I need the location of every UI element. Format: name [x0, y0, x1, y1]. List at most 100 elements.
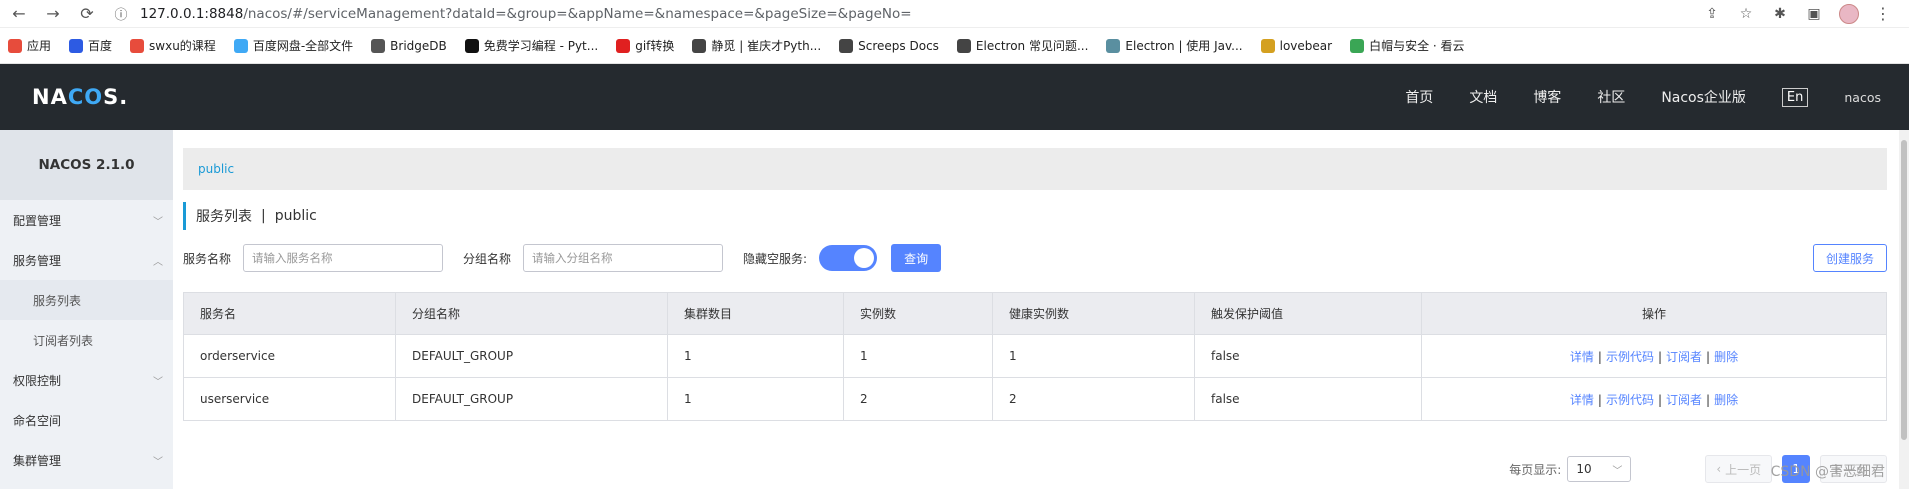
table-cell: 2 — [843, 377, 993, 421]
table-cell: DEFAULT_GROUP — [395, 377, 668, 421]
bookmark-icon — [233, 38, 248, 53]
chevron-down-icon: ﹀ — [153, 376, 163, 388]
sidebar: NACOS 2.1.0 配置管理 ﹀ 服务管理 ︿ 服务列表 订阅者列表 权限控… — [0, 130, 173, 489]
toggle-knob — [854, 248, 875, 268]
sidebar-title: NACOS 2.1.0 — [0, 130, 173, 200]
menu-icon[interactable]: ⋮ — [1875, 4, 1891, 23]
sidebar-item-cluster[interactable]: 集群管理 ﹀ — [0, 440, 173, 480]
bookmark-item[interactable]: 免费学习编程 - Pyt... — [464, 37, 598, 54]
table-row: userservice DEFAULT_GROUP 1 2 2 false 详情 | 示例代码 |… — [183, 377, 1887, 421]
group-name-input[interactable]: 请输入分组名称 — [523, 244, 724, 272]
table-header-row: 服务名 分组名称 集群数目 实例数 健康实例数 触发保护阈值 操作 — [183, 292, 1887, 335]
table-cell: 1 — [667, 334, 844, 378]
bookmark-item[interactable]: lovebear — [1260, 38, 1333, 53]
scrollbar[interactable] — [1899, 130, 1909, 489]
sidebar-item-subscribers[interactable]: 订阅者列表 — [0, 320, 173, 360]
bookmark-item[interactable]: 百度 — [69, 37, 112, 54]
bookmark-icon — [130, 38, 145, 53]
share-icon[interactable]: ⇪ — [1703, 5, 1721, 23]
nav-enterprise[interactable]: Nacos企业版 — [1661, 87, 1746, 107]
nacos-logo[interactable]: NACOS. — [32, 85, 128, 109]
prev-page-label: 上一页 — [1725, 462, 1762, 477]
bookmark-label: Electron 常见问题... — [975, 39, 1089, 53]
subscribers-link[interactable]: 订阅者 — [1666, 393, 1702, 407]
language-switch[interactable]: En — [1781, 87, 1809, 107]
bookmark-item[interactable]: BridgeDB — [371, 38, 447, 53]
bookmark-label: 百度 — [88, 39, 113, 53]
next-page-label: 下一页 — [1831, 462, 1868, 477]
sidebar-item-label: 服务列表 — [33, 293, 82, 308]
url-path: /nacos/#/serviceManagement?dataId=&group… — [243, 5, 912, 22]
sidebar-item-service-list[interactable]: 服务列表 — [0, 280, 173, 320]
bookmark-label: 百度网盘-全部文件 — [252, 39, 354, 53]
hide-empty-toggle[interactable] — [819, 245, 878, 271]
delete-link[interactable]: 删除 — [1714, 393, 1738, 407]
detail-link[interactable]: 详情 — [1570, 393, 1594, 407]
user-name[interactable]: nacos — [1844, 90, 1881, 105]
sample-code-link[interactable]: 示例代码 — [1606, 393, 1654, 407]
bookmark-label: lovebear — [1279, 38, 1333, 53]
bookmark-item[interactable]: gif转换 — [616, 37, 674, 54]
bookmark-icon — [1260, 38, 1275, 53]
bookmark-icon — [1350, 38, 1365, 53]
sample-code-link[interactable]: 示例代码 — [1606, 350, 1654, 364]
sidebar-item-service[interactable]: 服务管理 ︿ — [0, 240, 173, 280]
profile-avatar[interactable] — [1839, 3, 1859, 24]
bookmark-item[interactable]: Electron 常见问题... — [956, 37, 1089, 54]
op-separator: | — [1657, 349, 1663, 364]
address-bar[interactable]: 127.0.0.1:8848/nacos/#/serviceManagement… — [140, 6, 1703, 22]
sidebar-item-label: 命名空间 — [13, 413, 62, 428]
page-title: 服务列表 | public — [183, 202, 1887, 230]
scrollbar-thumb[interactable] — [1901, 140, 1907, 440]
bookmark-item[interactable]: 百度网盘-全部文件 — [233, 37, 354, 54]
service-name-label: 服务名称 — [183, 251, 232, 266]
op-separator: | — [1706, 349, 1711, 364]
sidebar-item-config[interactable]: 配置管理 ﹀ — [0, 200, 173, 240]
bookmark-item[interactable]: Electron | 使用 Jav... — [1106, 37, 1243, 54]
extensions-icon[interactable]: ✱ — [1771, 5, 1789, 23]
bookmark-label: Electron | 使用 Jav... — [1125, 39, 1243, 53]
nav-blog[interactable]: 博客 — [1533, 87, 1561, 107]
detail-link[interactable]: 详情 — [1570, 350, 1594, 364]
per-page-select[interactable]: 10 ﹀ — [1567, 456, 1632, 482]
sidepanel-icon[interactable]: ▣ — [1805, 5, 1823, 23]
bookmark-icon — [8, 38, 22, 53]
bookmark-item[interactable]: 静觅 | 崔庆才Pyth... — [692, 37, 821, 54]
pagination: 每页显示: 10 ﹀ ‹ 上一页 1 下一页 › — [1509, 455, 1887, 483]
nav-docs[interactable]: 文档 — [1469, 87, 1497, 107]
query-button[interactable]: 查询 — [891, 244, 942, 272]
next-page-button[interactable]: 下一页 › — [1820, 455, 1887, 483]
nav-home[interactable]: 首页 — [1405, 87, 1433, 107]
info-icon[interactable]: ⓘ — [110, 3, 132, 25]
col-cluster-count: 集群数目 — [667, 292, 844, 335]
page-number-current[interactable]: 1 — [1782, 455, 1811, 483]
star-icon[interactable]: ☆ — [1737, 5, 1755, 23]
create-service-button[interactable]: 创建服务 — [1813, 244, 1887, 272]
op-separator: | — [1657, 392, 1663, 407]
back-arrow-icon[interactable]: ← — [8, 3, 30, 25]
bookmark-icon — [1106, 38, 1121, 53]
prev-page-button[interactable]: ‹ 上一页 — [1705, 455, 1773, 483]
sidebar-item-namespace[interactable]: 命名空间 — [0, 400, 173, 440]
col-operations: 操作 — [1421, 292, 1887, 335]
page-title-namespace: public — [274, 208, 317, 224]
bookmark-item[interactable]: Screeps Docs — [839, 38, 939, 53]
nav-community[interactable]: 社区 — [1597, 87, 1625, 107]
bookmark-item[interactable]: 应用 — [8, 37, 51, 54]
bookmark-item[interactable]: swxu的课程 — [130, 37, 216, 54]
sidebar-item-auth[interactable]: 权限控制 ﹀ — [0, 360, 173, 400]
col-healthy-count: 健康实例数 — [992, 292, 1195, 335]
op-separator: | — [1597, 349, 1602, 364]
bookmark-icon — [69, 38, 84, 53]
namespace-tab[interactable]: public — [198, 162, 234, 176]
per-page-label: 每页显示: — [1509, 462, 1562, 477]
delete-link[interactable]: 删除 — [1714, 350, 1738, 364]
forward-arrow-icon[interactable]: → — [42, 3, 64, 25]
reload-icon[interactable]: ⟳ — [76, 3, 98, 25]
service-name-input[interactable]: 请输入服务名称 — [243, 244, 444, 272]
bookmark-item[interactable]: 白帽与安全 · 看云 — [1350, 37, 1465, 54]
subscribers-link[interactable]: 订阅者 — [1666, 350, 1702, 364]
chevron-down-icon: ﹀ — [153, 456, 163, 468]
chevron-up-icon: ︿ — [153, 256, 163, 268]
bookmark-icon — [616, 38, 631, 53]
